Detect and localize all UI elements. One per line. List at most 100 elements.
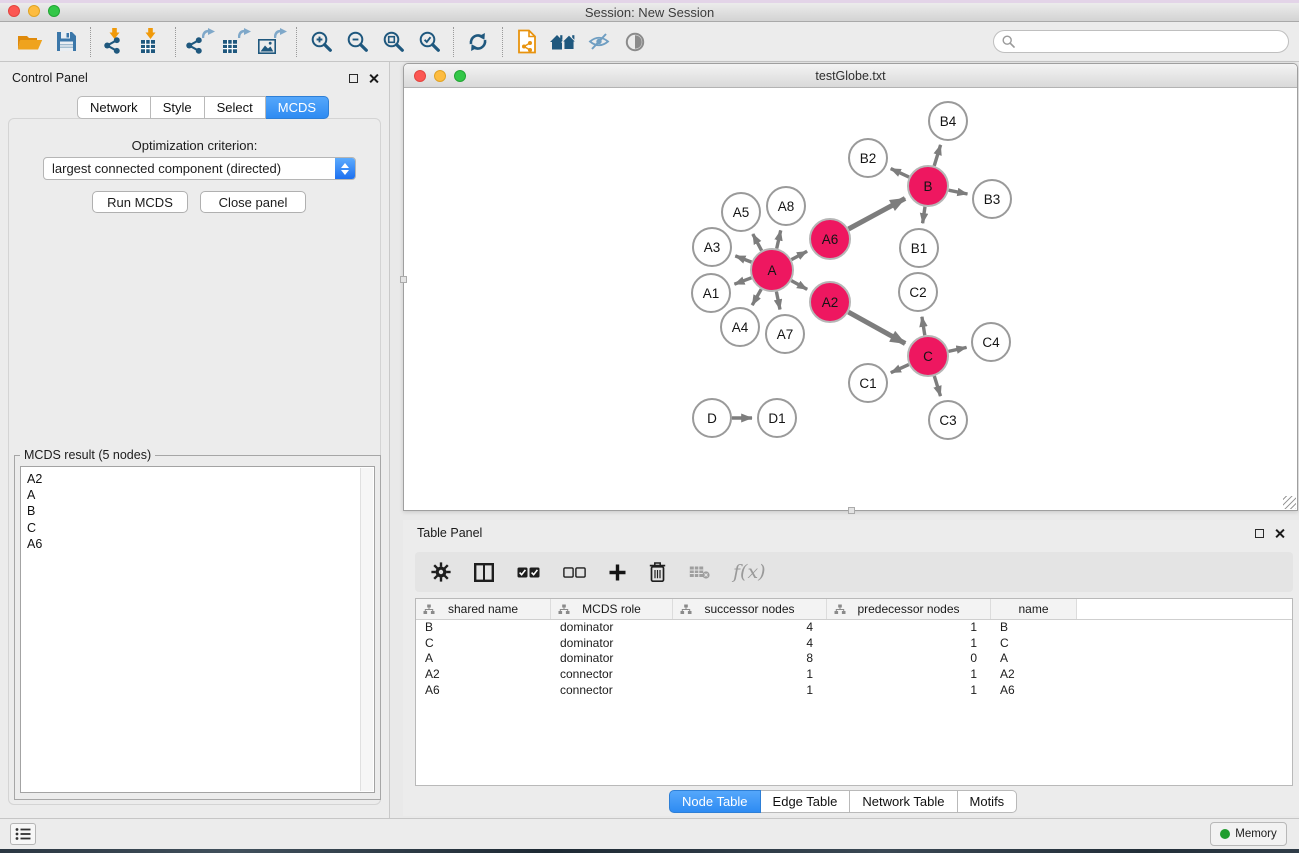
graph-node-C3[interactable]: C3 <box>929 401 967 439</box>
table-cell[interactable]: C <box>991 636 1077 652</box>
network-graph[interactable]: AA1A2A3A4A5A6A7A8BB1B2B3B4CC1C2C3C4DD1 <box>404 88 1297 510</box>
tab-motifs[interactable]: Motifs <box>958 790 1018 813</box>
disable-all-columns-button[interactable] <box>563 567 586 578</box>
graph-node-B1[interactable]: B1 <box>900 229 938 267</box>
table-cell[interactable]: 0 <box>827 651 991 667</box>
graph-edge[interactable] <box>934 376 940 396</box>
graph-node-A7[interactable]: A7 <box>766 315 804 353</box>
task-history-button[interactable] <box>10 823 36 845</box>
column-manager-button[interactable] <box>474 563 494 582</box>
graph-edge[interactable] <box>776 292 780 310</box>
close-network-button[interactable] <box>414 70 426 82</box>
show-graphics-details-button[interactable] <box>617 25 653 59</box>
graph-node-A4[interactable]: A4 <box>721 308 759 346</box>
graph-edge[interactable] <box>923 207 925 224</box>
table-cell[interactable]: dominator <box>551 636 673 652</box>
tab-network-table[interactable]: Network Table <box>850 790 957 813</box>
delete-columns-button[interactable] <box>649 562 666 582</box>
table-cell[interactable]: 1 <box>827 620 991 636</box>
tab-network[interactable]: Network <box>77 96 151 119</box>
graph-node-D1[interactable]: D1 <box>758 399 796 437</box>
graph-node-C1[interactable]: C1 <box>849 364 887 402</box>
graph-edge[interactable] <box>849 198 906 229</box>
graph-edge[interactable] <box>735 256 751 262</box>
graph-edge[interactable] <box>734 278 751 284</box>
frame-resize-handle[interactable] <box>400 276 407 283</box>
table-cell[interactable]: 1 <box>827 636 991 652</box>
frame-resize-grip[interactable] <box>1283 496 1296 509</box>
table-cell[interactable]: A <box>991 651 1077 667</box>
memory-button[interactable]: Memory <box>1210 822 1287 846</box>
node-table[interactable]: shared name MCDS role successor nodes pr… <box>415 598 1293 786</box>
minimize-window-button[interactable] <box>28 5 40 17</box>
table-row[interactable]: A6connector11A6 <box>416 683 1292 699</box>
mcds-result-item[interactable]: C <box>27 520 368 536</box>
float-panel-icon[interactable] <box>1255 529 1264 538</box>
table-row[interactable]: Cdominator41C <box>416 636 1292 652</box>
export-network-button[interactable] <box>182 25 218 59</box>
graph-node-D[interactable]: D <box>693 399 731 437</box>
tab-style[interactable]: Style <box>151 96 205 119</box>
column-header-successor-nodes[interactable]: successor nodes <box>673 599 827 619</box>
open-session-button[interactable] <box>12 25 48 59</box>
import-table-button[interactable] <box>133 25 169 59</box>
mcds-result-item[interactable]: B <box>27 503 368 519</box>
table-cell[interactable]: 4 <box>673 620 827 636</box>
graph-edge[interactable] <box>922 317 925 336</box>
tab-select[interactable]: Select <box>205 96 266 119</box>
graph-node-A1[interactable]: A1 <box>692 274 730 312</box>
mcds-result-item[interactable]: A <box>27 487 368 503</box>
graph-node-B3[interactable]: B3 <box>973 180 1011 218</box>
table-cell[interactable]: connector <box>551 667 673 683</box>
graph-edge[interactable] <box>753 234 762 251</box>
optimization-criterion-select[interactable]: largest connected component (directed) <box>43 157 356 180</box>
table-cell[interactable]: C <box>416 636 551 652</box>
table-cell[interactable]: 4 <box>673 636 827 652</box>
table-cell[interactable]: B <box>416 620 551 636</box>
delete-table-button[interactable] <box>689 565 710 579</box>
save-session-button[interactable] <box>48 25 84 59</box>
graph-edge[interactable] <box>791 251 807 259</box>
table-cell[interactable]: 1 <box>827 667 991 683</box>
enable-all-columns-button[interactable] <box>517 567 540 578</box>
network-window-titlebar[interactable]: testGlobe.txt <box>404 64 1297 88</box>
hide-graphics-details-button[interactable] <box>581 25 617 59</box>
tab-mcds[interactable]: MCDS <box>266 96 329 119</box>
graph-node-A3[interactable]: A3 <box>693 228 731 266</box>
graph-node-A2[interactable]: A2 <box>810 282 850 322</box>
import-network-button[interactable] <box>97 25 133 59</box>
run-mcds-button[interactable]: Run MCDS <box>92 191 188 213</box>
graph-node-A6[interactable]: A6 <box>810 219 850 259</box>
frame-resize-handle[interactable] <box>848 507 855 514</box>
graph-edge[interactable] <box>752 289 761 305</box>
export-image-button[interactable] <box>254 25 290 59</box>
graph-edge[interactable] <box>891 365 909 373</box>
tab-edge-table[interactable]: Edge Table <box>761 790 851 813</box>
table-cell[interactable]: 8 <box>673 651 827 667</box>
table-settings-button[interactable] <box>431 562 451 582</box>
table-cell[interactable]: A2 <box>416 667 551 683</box>
column-header-mcds-role[interactable]: MCDS role <box>551 599 673 619</box>
minimize-network-button[interactable] <box>434 70 446 82</box>
table-cell[interactable]: A6 <box>416 683 551 699</box>
network-view[interactable]: AA1A2A3A4A5A6A7A8BB1B2B3B4CC1C2C3C4DD1 <box>404 88 1297 510</box>
graph-edge[interactable] <box>949 190 968 194</box>
tab-node-table[interactable]: Node Table <box>669 790 761 813</box>
zoom-fit-button[interactable] <box>375 25 411 59</box>
refresh-view-button[interactable] <box>460 25 496 59</box>
mcds-result-item[interactable]: A6 <box>27 536 368 552</box>
zoom-out-button[interactable] <box>339 25 375 59</box>
table-row[interactable]: Adominator80A <box>416 651 1292 667</box>
close-panel-icon[interactable] <box>1274 528 1285 539</box>
table-cell[interactable]: B <box>991 620 1077 636</box>
table-cell[interactable]: connector <box>551 683 673 699</box>
table-cell[interactable]: dominator <box>551 620 673 636</box>
export-table-button[interactable] <box>218 25 254 59</box>
graph-node-B2[interactable]: B2 <box>849 139 887 177</box>
close-panel-button[interactable]: Close panel <box>200 191 306 213</box>
graph-edge[interactable] <box>934 145 940 166</box>
table-row[interactable]: Bdominator41B <box>416 620 1292 636</box>
graph-node-A[interactable]: A <box>751 249 793 291</box>
table-cell[interactable]: 1 <box>673 683 827 699</box>
graph-edge[interactable] <box>777 230 781 248</box>
